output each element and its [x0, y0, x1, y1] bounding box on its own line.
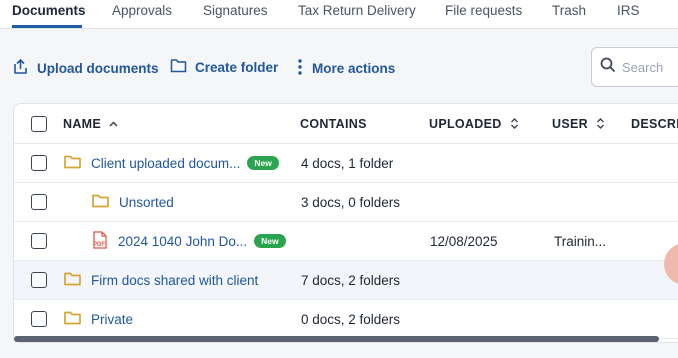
select-all-cell — [14, 104, 54, 143]
sort-ascending-icon[interactable] — [109, 120, 118, 127]
table-row[interactable]: Client uploaded docum... New 4 docs, 1 f… — [14, 144, 678, 183]
column-user-label: USER — [552, 116, 588, 131]
tab-tax-return-delivery[interactable]: Tax Return Delivery — [298, 3, 416, 18]
tab-irs[interactable]: IRS — [617, 3, 640, 18]
tab-documents[interactable]: Documents — [12, 3, 86, 18]
tab-approvals[interactable]: Approvals — [112, 3, 172, 18]
contains-cell: 4 docs, 1 folder — [301, 155, 394, 171]
more-actions-button[interactable]: More actions — [296, 58, 395, 79]
row-select-cell — [14, 261, 54, 299]
sort-toggle-icon[interactable] — [596, 118, 605, 129]
tab-bar: Documents Approvals Signatures Tax Retur… — [0, 0, 678, 29]
create-folder-button[interactable]: Create folder — [170, 58, 278, 76]
contains-cell: 7 docs, 2 folders — [301, 272, 401, 288]
more-vertical-icon — [296, 58, 312, 79]
documents-table: NAME CONTAINS UPLOADED USER DESCRI Clien… — [13, 103, 678, 343]
name-cell: Unsorted — [92, 183, 174, 221]
search-icon — [600, 57, 616, 78]
column-header-contains[interactable]: CONTAINS — [300, 104, 367, 143]
table-row[interactable]: PDF 2024 1040 John Do... New 12/08/2025 … — [14, 222, 678, 261]
folder-name-link[interactable]: Unsorted — [119, 195, 174, 210]
folder-name-link[interactable]: Private — [91, 312, 133, 327]
new-badge: New — [247, 156, 279, 170]
select-all-checkbox[interactable] — [31, 115, 47, 132]
new-badge: New — [254, 234, 286, 248]
upload-documents-label: Upload documents — [37, 60, 159, 76]
search-box — [591, 47, 678, 87]
folder-name-link[interactable]: Client uploaded docum... — [91, 156, 240, 171]
create-folder-label: Create folder — [195, 59, 279, 75]
column-uploaded-label: UPLOADED — [429, 116, 502, 131]
tab-trash[interactable]: Trash — [552, 3, 586, 18]
column-header-user[interactable]: USER — [552, 104, 605, 143]
folder-name-link[interactable]: Firm docs shared with client — [91, 273, 258, 288]
tab-file-requests[interactable]: File requests — [445, 3, 522, 18]
folder-outline-icon — [170, 58, 195, 76]
column-header-description[interactable]: DESCRI — [631, 104, 678, 143]
table-header-row: NAME CONTAINS UPLOADED USER DESCRI — [14, 104, 678, 144]
row-select-cell — [14, 300, 54, 338]
name-cell: Client uploaded docum... New — [64, 144, 279, 182]
row-select-cell — [14, 183, 54, 221]
column-description-label: DESCRI — [631, 116, 678, 131]
folder-icon — [92, 194, 109, 211]
row-checkbox[interactable] — [31, 194, 47, 210]
row-checkbox[interactable] — [31, 311, 47, 327]
search-input[interactable] — [622, 59, 678, 75]
row-checkbox[interactable] — [31, 272, 47, 288]
sort-toggle-icon[interactable] — [510, 118, 519, 129]
table-row[interactable]: Unsorted 3 docs, 0 folders — [14, 183, 678, 222]
contains-cell: 0 docs, 2 folders — [301, 311, 401, 327]
table-row[interactable]: Firm docs shared with client 7 docs, 2 f… — [14, 261, 678, 300]
upload-icon — [12, 58, 37, 78]
tab-signatures[interactable]: Signatures — [203, 3, 268, 18]
uploaded-cell: 12/08/2025 — [430, 233, 498, 249]
column-header-name[interactable]: NAME — [63, 104, 118, 143]
column-contains-label: CONTAINS — [300, 116, 367, 131]
row-checkbox[interactable] — [31, 155, 47, 171]
horizontal-scrollbar-thumb[interactable] — [14, 336, 659, 342]
folder-icon — [64, 155, 81, 172]
contains-cell: 3 docs, 0 folders — [301, 194, 401, 210]
folder-icon — [64, 272, 81, 289]
more-actions-label: More actions — [312, 61, 396, 76]
row-checkbox[interactable] — [31, 233, 47, 249]
document-name-link[interactable]: 2024 1040 John Do... — [118, 234, 247, 249]
pdf-file-icon: PDF — [92, 230, 108, 252]
active-tab-indicator — [12, 25, 82, 28]
user-cell: Trainin... — [554, 233, 607, 249]
row-select-cell — [14, 144, 54, 182]
column-name-label: NAME — [63, 116, 102, 131]
name-cell: PDF 2024 1040 John Do... New — [92, 222, 286, 260]
name-cell: Private — [64, 300, 133, 338]
svg-text:PDF: PDF — [93, 242, 105, 248]
column-header-uploaded[interactable]: UPLOADED — [429, 104, 519, 143]
upload-documents-button[interactable]: Upload documents — [12, 58, 159, 78]
name-cell: Firm docs shared with client — [64, 261, 258, 299]
folder-icon — [64, 311, 81, 328]
row-select-cell — [14, 222, 54, 260]
